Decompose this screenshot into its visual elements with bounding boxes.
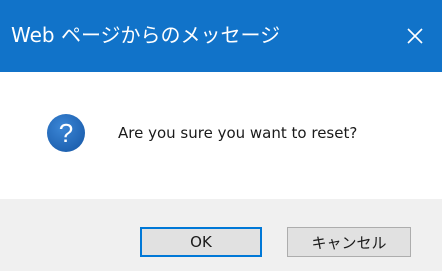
ok-button[interactable]: OK — [140, 227, 262, 257]
message-dialog: Web ページからのメッセージ ? Are you sure you want … — [0, 0, 442, 271]
window-title: Web ページからのメッセージ — [11, 23, 281, 47]
question-glyph: ? — [59, 118, 73, 148]
ok-button-label: OK — [190, 233, 212, 251]
close-icon — [407, 28, 423, 44]
question-icon: ? — [46, 113, 86, 153]
title-bar[interactable]: Web ページからのメッセージ — [0, 0, 442, 72]
dialog-message: Are you sure you want to reset? — [118, 124, 358, 142]
dialog-body: ? Are you sure you want to reset? — [0, 72, 442, 199]
cancel-button[interactable]: キャンセル — [287, 227, 411, 257]
close-button[interactable] — [388, 0, 442, 72]
button-bar: OK キャンセル — [0, 199, 442, 271]
cancel-button-label: キャンセル — [311, 233, 387, 252]
